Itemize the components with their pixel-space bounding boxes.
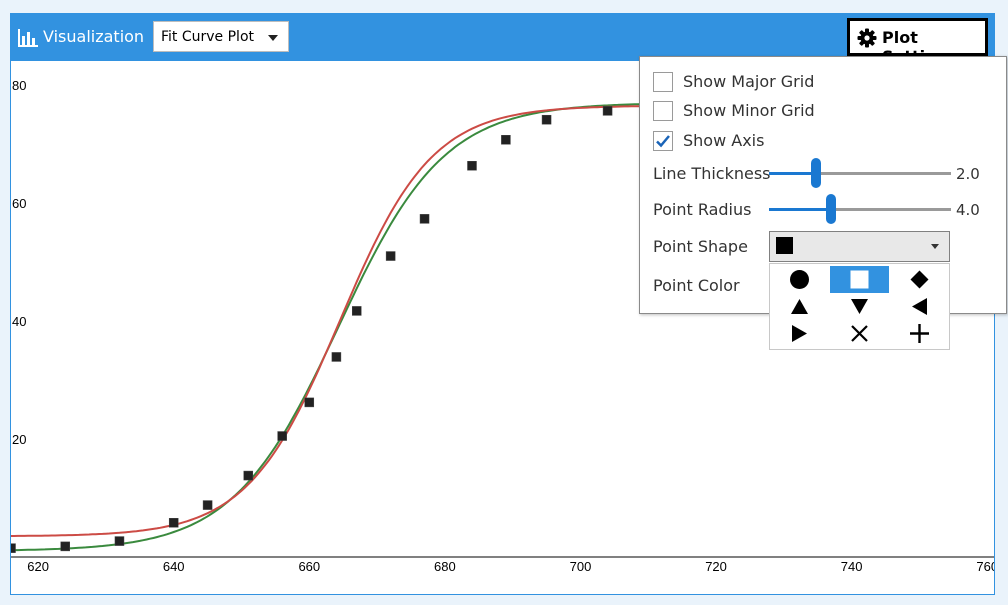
- point-radius-fill: [769, 208, 831, 211]
- plot-settings-button[interactable]: Plot Settings: [847, 18, 988, 66]
- shape-option-triangle-down[interactable]: [830, 293, 889, 320]
- data-point: [602, 106, 613, 116]
- line-thickness-label: Line Thickness: [653, 164, 771, 183]
- plot-type-select[interactable]: Fit Curve Plot: [153, 21, 289, 52]
- diamond-icon: [910, 270, 929, 289]
- point-radius-thumb[interactable]: [825, 194, 836, 224]
- show-minor-grid-checkbox[interactable]: [653, 101, 673, 121]
- shape-option-triangle-up[interactable]: [770, 293, 829, 320]
- triangle-down-icon: [851, 299, 868, 314]
- triangle-right-icon: [792, 325, 807, 342]
- x-tick-label: 760: [976, 559, 994, 574]
- y-tick-label: 40: [12, 314, 26, 329]
- x-tick-label: 640: [163, 559, 185, 574]
- point-shape-select[interactable]: [769, 231, 950, 262]
- x-tick-label: 700: [570, 559, 592, 574]
- point-shape-dropdown: [769, 263, 950, 350]
- circle-icon: [790, 270, 809, 289]
- point-radius-label: Point Radius: [653, 200, 752, 219]
- y-tick-label: 20: [12, 432, 26, 447]
- triangle-up-icon: [791, 299, 808, 314]
- data-point: [168, 518, 179, 528]
- bar-chart-icon: [18, 29, 38, 47]
- cross-icon: [851, 325, 868, 342]
- data-point: [501, 135, 511, 145]
- data-point: [243, 470, 254, 481]
- shape-option-diamond[interactable]: [890, 266, 949, 293]
- data-point: [304, 397, 315, 408]
- line-thickness-fill: [769, 172, 817, 175]
- point-radius-value: 4.0: [956, 201, 980, 219]
- data-point: [11, 543, 16, 553]
- data-point: [419, 214, 430, 224]
- data-point: [541, 114, 552, 125]
- show-axis-checkbox[interactable]: [653, 131, 673, 151]
- data-point: [351, 306, 362, 316]
- plot-type-value: Fit Curve Plot: [161, 29, 255, 45]
- checkmark-icon: [656, 135, 670, 148]
- chevron-down-icon: [268, 35, 278, 41]
- shape-option-plus[interactable]: [890, 320, 949, 347]
- point-color-label: Point Color: [653, 276, 740, 295]
- data-point: [277, 431, 287, 441]
- x-tick-label: 680: [434, 559, 456, 574]
- show-axis-label: Show Axis: [683, 131, 765, 150]
- triangle-left-icon: [912, 298, 927, 315]
- square-icon: [850, 270, 869, 289]
- shape-option-triangle-right[interactable]: [770, 320, 829, 347]
- data-point: [331, 352, 342, 362]
- shape-option-cross[interactable]: [830, 320, 889, 347]
- line-thickness-thumb[interactable]: [811, 158, 822, 188]
- chevron-down-icon: [931, 244, 939, 249]
- header-bar: Visualization Fit Curve Plot Plot: [11, 14, 994, 66]
- data-point: [467, 160, 477, 171]
- data-point: [60, 541, 70, 552]
- shape-option-circle[interactable]: [770, 266, 829, 293]
- x-tick-label: 740: [841, 559, 863, 574]
- square-icon: [776, 237, 793, 254]
- x-tick-label: 720: [705, 559, 727, 574]
- x-tick-label: 620: [27, 559, 49, 574]
- show-minor-grid-label: Show Minor Grid: [683, 101, 815, 120]
- gear-icon: [857, 28, 877, 48]
- shape-option-triangle-left[interactable]: [890, 293, 949, 320]
- line-thickness-slider[interactable]: [769, 158, 951, 190]
- show-major-grid-label: Show Major Grid: [683, 72, 815, 91]
- line-thickness-value: 2.0: [956, 165, 980, 183]
- point-shape-label: Point Shape: [653, 237, 748, 256]
- app-title: Visualization: [43, 27, 145, 46]
- y-tick-label: 60: [12, 196, 26, 211]
- shape-option-square[interactable]: [830, 266, 889, 293]
- y-tick-label: 80: [12, 78, 26, 93]
- data-point: [202, 500, 213, 510]
- plus-icon: [910, 324, 929, 343]
- point-radius-slider[interactable]: [769, 194, 951, 226]
- data-point: [385, 251, 396, 261]
- show-major-grid-checkbox[interactable]: [653, 72, 673, 92]
- x-tick-label: 660: [298, 559, 320, 574]
- data-point: [114, 536, 125, 546]
